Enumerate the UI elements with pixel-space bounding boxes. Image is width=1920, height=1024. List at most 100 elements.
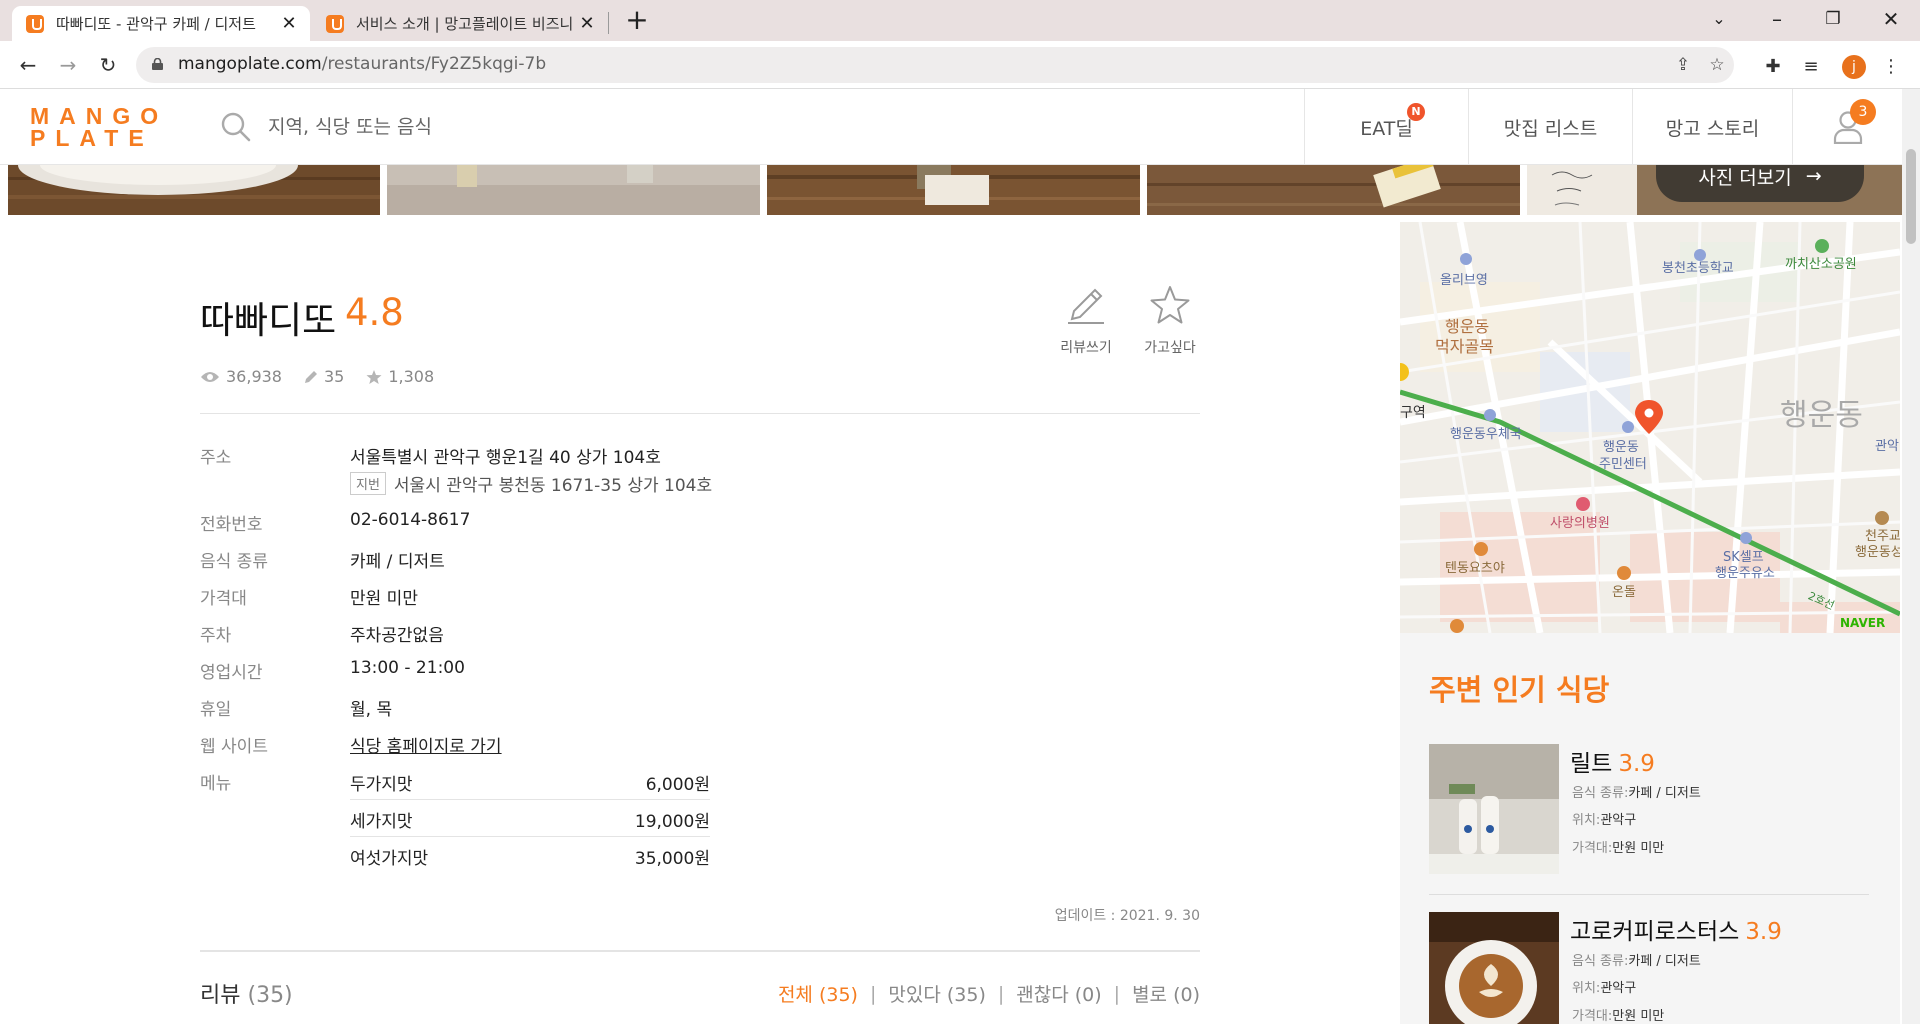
nearby-restaurant-photo[interactable] xyxy=(1429,744,1559,874)
mangoplate-favicon-icon xyxy=(326,14,344,33)
restaurant-photo[interactable] xyxy=(387,165,760,215)
map-label: 행운동 xyxy=(1445,317,1489,336)
scrollbar-thumb[interactable] xyxy=(1906,149,1916,244)
info-label: 웹 사이트 xyxy=(200,737,268,757)
nearby-restaurant[interactable]: 릴트 3.9 음식 종류:카페 / 디저트 위치:관악구 가격대:만원 미만 xyxy=(1429,744,1869,874)
share-icon[interactable]: ⇪ xyxy=(1672,55,1694,75)
mangoplate-logo[interactable]: MANGO PLATE xyxy=(30,103,169,150)
filter-separator: | xyxy=(1113,982,1121,1005)
nearby-location: 위치:관악구 xyxy=(1572,809,1636,828)
location-map[interactable]: 올리브영 봉천초등학교 까치산소공원 행운동 먹자골목 구역 행운동우체국 행운… xyxy=(1400,222,1900,633)
reviews-stat: 35 xyxy=(304,367,344,386)
info-address: 주소 서울특별시 관악구 행운1길 40 상가 104호 지번 서울시 관악구 봉… xyxy=(200,443,1200,496)
nav-eat-deal[interactable]: EAT딜 N xyxy=(1304,89,1468,165)
map-label: 구역 xyxy=(1400,405,1426,421)
reload-button[interactable]: ↻ xyxy=(92,49,124,81)
restaurant-photo[interactable] xyxy=(1147,165,1520,215)
filter-delicious[interactable]: 맛있다 (35) xyxy=(888,980,985,1007)
browser-menu-icon[interactable]: ⋮ xyxy=(1880,56,1902,77)
browser-tab-inactive[interactable]: 서비스 소개 | 망고플레이트 비즈니스 ✕ xyxy=(312,6,608,41)
sidebar: 올리브영 봉천초등학교 까치산소공원 행운동 먹자골목 구역 행운동우체국 행운… xyxy=(1400,222,1900,1024)
filter-separator: | xyxy=(869,982,877,1005)
map-label: 먹자골목 xyxy=(1435,337,1494,356)
nearby-price: 가격대:만원 미만 xyxy=(1572,837,1664,856)
omnibox[interactable]: mangoplate.com/restaurants/Fy2Z5kqgi-7b … xyxy=(136,47,1734,83)
jibun-tag: 지번 xyxy=(350,472,386,495)
info-label: 주차 xyxy=(200,626,232,646)
nearby-restaurant[interactable]: 고로커피로스터스 3.9 음식 종류:카페 / 디저트 위치:관악구 가격대:만원… xyxy=(1429,912,1869,1024)
nearby-name[interactable]: 고로커피로스터스 xyxy=(1570,919,1739,945)
bookmark-star-icon[interactable]: ☆ xyxy=(1706,55,1728,75)
homepage-link[interactable]: 식당 홈페이지로 가기 xyxy=(350,732,502,757)
divider xyxy=(200,413,1200,414)
nearby-score: 3.9 xyxy=(1618,751,1655,777)
user-menu-button[interactable]: 3 xyxy=(1792,89,1902,165)
write-review-button[interactable]: 리뷰쓰기 xyxy=(1046,283,1126,357)
restaurant-photo[interactable] xyxy=(8,165,380,215)
views-count: 36,938 xyxy=(226,367,282,386)
menu-item: 여섯가지맛 35,000원 xyxy=(350,837,710,874)
nav-label: EAT딜 xyxy=(1360,117,1413,140)
map-label: 텐동요츠야 xyxy=(1445,561,1505,576)
nav-label: 맛집 리스트 xyxy=(1503,117,1598,140)
map-label: 올리브영 xyxy=(1440,273,1488,288)
wishes-count: 1,308 xyxy=(388,367,435,386)
more-photos-label: 사진 더보기 xyxy=(1698,166,1792,189)
nearby-name-line: 고로커피로스터스 3.9 xyxy=(1570,912,1782,946)
minimize-button[interactable]: – xyxy=(1750,0,1804,41)
wishlist-button[interactable]: 가고싶다 xyxy=(1130,283,1210,357)
map-label: 행운동우체국 xyxy=(1450,426,1522,442)
new-tab-button[interactable]: + xyxy=(622,6,652,36)
map-label: 봉천초등학교 xyxy=(1662,261,1734,276)
map-label: SK셀프 xyxy=(1723,550,1764,565)
forward-button[interactable]: → xyxy=(52,49,84,81)
reviews-total: (35) xyxy=(247,983,293,1008)
meta-label: 가격대: xyxy=(1572,841,1613,856)
restore-button[interactable]: ❐ xyxy=(1806,0,1860,41)
meta-label: 음식 종류: xyxy=(1572,786,1629,801)
nav-mango-story[interactable]: 망고 스토리 xyxy=(1632,89,1792,165)
restaurant-photo[interactable] xyxy=(767,165,1140,215)
reviews-count: 35 xyxy=(323,367,345,386)
menu-price: 35,000원 xyxy=(634,849,710,869)
meta-label: 위치: xyxy=(1572,813,1601,828)
photo-strip xyxy=(0,165,1902,215)
site-header: MANGO PLATE EAT딜 N 맛집 리스트 망고 스토리 3 xyxy=(0,89,1902,165)
media-control-icon[interactable]: ≡ xyxy=(1800,56,1822,77)
map-label: 천주교 xyxy=(1865,529,1900,544)
filter-all[interactable]: 전체 (35) xyxy=(778,980,858,1007)
filter-okay[interactable]: 괜찮다 (0) xyxy=(1016,980,1101,1007)
lock-icon xyxy=(152,58,163,70)
browser-tab-active[interactable]: 따빠디또 - 관악구 카페 / 디저트 ✕ xyxy=(12,6,310,41)
profile-avatar[interactable]: j xyxy=(1842,55,1866,79)
tab-search-chevron-icon[interactable]: ⌄ xyxy=(1692,0,1746,41)
nav-restaurant-list[interactable]: 맛집 리스트 xyxy=(1468,89,1632,165)
eye-icon xyxy=(201,371,219,382)
nearby-name[interactable]: 릴트 xyxy=(1570,751,1612,777)
filter-bad[interactable]: 별로 (0) xyxy=(1132,980,1200,1007)
nearby-price: 가격대:만원 미만 xyxy=(1572,1005,1664,1024)
search-icon[interactable] xyxy=(220,111,252,143)
write-review-label: 리뷰쓰기 xyxy=(1060,340,1112,356)
meta-value: 만원 미만 xyxy=(1612,841,1665,856)
close-window-button[interactable]: ✕ xyxy=(1864,0,1918,41)
nav-label: 망고 스토리 xyxy=(1665,117,1760,140)
back-button[interactable]: ← xyxy=(12,49,44,81)
browser-tab-bar: 따빠디또 - 관악구 카페 / 디저트 ✕ 서비스 소개 | 망고플레이트 비즈… xyxy=(0,0,1920,41)
info-label: 주소 xyxy=(200,448,232,468)
nearby-divider xyxy=(1429,894,1869,895)
menu-price: 6,000원 xyxy=(645,775,710,795)
info-label: 영업시간 xyxy=(200,663,263,683)
tab-title: 서비스 소개 | 망고플레이트 비즈니스 xyxy=(356,15,574,33)
page-scrollbar[interactable] xyxy=(1902,89,1920,1024)
nearby-restaurant-photo[interactable] xyxy=(1429,912,1559,1024)
extensions-puzzle-icon[interactable]: ✚ xyxy=(1762,56,1784,77)
nearby-location: 위치:관악구 xyxy=(1572,977,1636,996)
meta-value: 관악구 xyxy=(1600,981,1637,996)
tab-close-icon[interactable]: ✕ xyxy=(276,13,302,34)
search-input[interactable] xyxy=(268,109,768,145)
review-filter-tabs: 전체 (35) | 맛있다 (35) | 괜찮다 (0) | 별로 (0) xyxy=(778,980,1200,1007)
tab-close-icon[interactable]: ✕ xyxy=(574,13,600,34)
logo-line-1: MANGO xyxy=(30,103,169,129)
nearby-score: 3.9 xyxy=(1745,919,1782,945)
